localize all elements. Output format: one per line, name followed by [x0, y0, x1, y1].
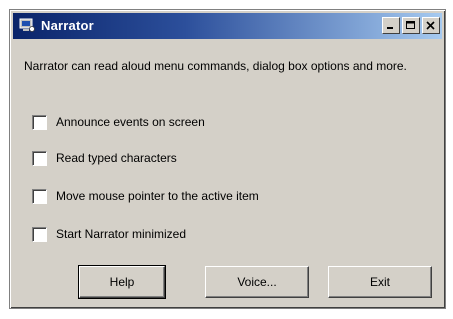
title-bar[interactable]: Narrator: [13, 13, 442, 39]
close-button[interactable]: [422, 17, 440, 34]
window-title: Narrator: [41, 18, 94, 33]
maximize-button[interactable]: [402, 17, 420, 34]
move-mouse-pointer-checkbox[interactable]: [32, 188, 47, 204]
exit-button[interactable]: Exit: [328, 266, 432, 298]
minimize-button[interactable]: [382, 17, 400, 34]
maximize-icon: [406, 21, 415, 29]
option-move-mouse-pointer[interactable]: Move mouse pointer to the active item: [32, 186, 259, 206]
option-label: Start Narrator minimized: [56, 227, 187, 241]
narrator-window: Narrator Narrator can read aloud menu co…: [9, 9, 446, 309]
start-minimized-checkbox[interactable]: [32, 226, 47, 242]
option-label: Announce events on screen: [56, 115, 205, 129]
option-start-minimized[interactable]: Start Narrator minimized: [32, 224, 186, 244]
option-read-typed-characters[interactable]: Read typed characters: [32, 148, 177, 168]
option-label: Read typed characters: [56, 151, 177, 165]
minimize-icon: [387, 27, 393, 29]
option-label: Move mouse pointer to the active item: [56, 189, 259, 203]
help-button[interactable]: Help: [78, 265, 166, 299]
voice-button[interactable]: Voice...: [205, 266, 309, 298]
close-icon: [426, 21, 435, 30]
announce-events-checkbox[interactable]: [32, 114, 47, 130]
read-typed-characters-checkbox[interactable]: [32, 150, 47, 166]
option-announce-events[interactable]: Announce events on screen: [32, 112, 205, 132]
description-text: Narrator can read aloud menu commands, d…: [24, 59, 407, 73]
narrator-app-icon: [19, 18, 35, 33]
